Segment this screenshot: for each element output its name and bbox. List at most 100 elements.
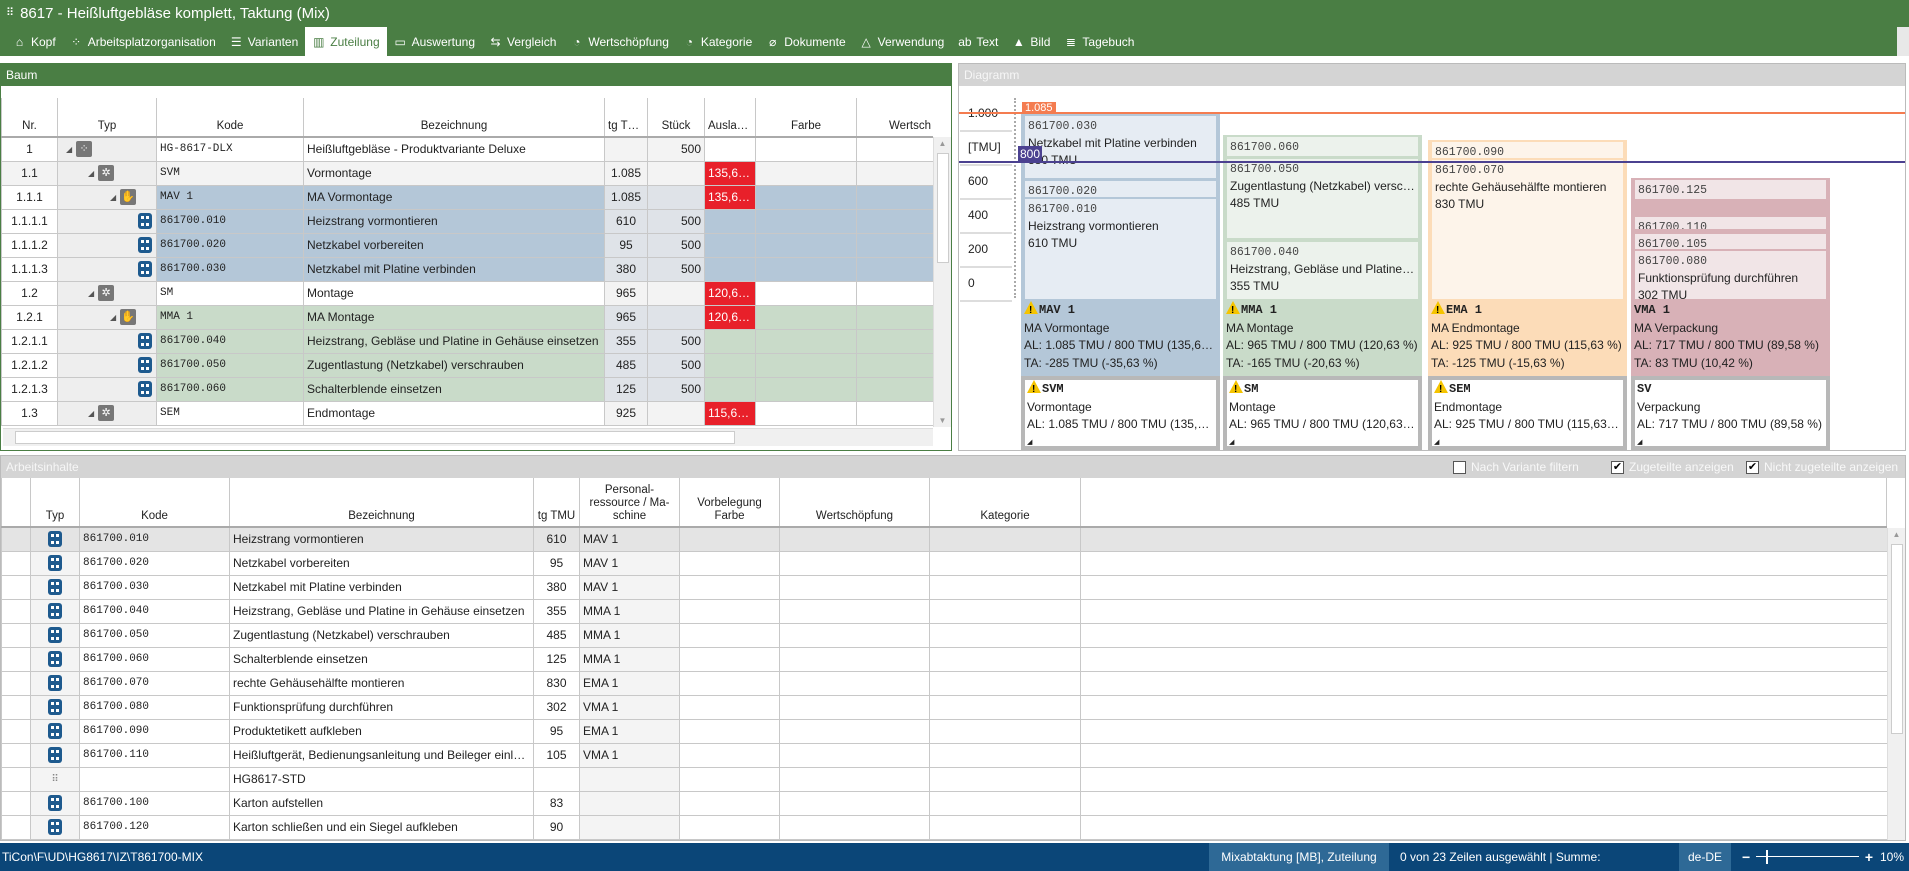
filter-nach-variante-filtern[interactable]: Nach Variante filtern: [1453, 456, 1579, 478]
work-col-header[interactable]: tg TMU: [533, 478, 580, 528]
row-selector[interactable]: [1, 574, 31, 600]
tab-vergleich[interactable]: ⇆ Vergleich: [482, 27, 563, 56]
tree-col-header[interactable]: Farbe: [755, 98, 857, 138]
worker-info[interactable]: MMA 1 MA Montage AL: 965 TMU / 800 TMU (12…: [1223, 299, 1422, 376]
work-content-vertical-scrollbar[interactable]: ▲: [1887, 528, 1905, 840]
expand-toggle-icon[interactable]: ◢: [88, 409, 94, 418]
row-selector[interactable]: [1, 742, 31, 768]
work-col-header[interactable]: Vorbelegung Farbe: [679, 478, 780, 528]
work-col-header[interactable]: Bezeichnung: [229, 478, 534, 528]
task-block[interactable]: 861700.060: [1227, 137, 1418, 156]
work-content-row[interactable]: 861700.080 Funktionsprüfung durchführen 30…: [1, 694, 1887, 720]
expand-toggle-icon[interactable]: ◢: [88, 289, 94, 298]
work-content-row[interactable]: 861700.010 Heizstrang vormontieren 610 MAV …: [1, 526, 1887, 552]
tab-varianten[interactable]: ☰ Varianten: [223, 27, 305, 56]
tree-col-header[interactable]: Wertsch: [856, 98, 933, 138]
work-content-row[interactable]: 861700.020 Netzkabel vorbereiten 95 MAV 1: [1, 550, 1887, 576]
work-content-row[interactable]: 861700.040 Heizstrang, Gebläse und Platin…: [1, 598, 1887, 624]
expand-toggle-icon[interactable]: ◢: [88, 169, 94, 178]
work-content-scroll-thumb[interactable]: [1891, 544, 1903, 734]
tree-row[interactable]: 1.1.1.2 861700.020 Netzkabel vorbereiten 95…: [1, 232, 933, 258]
task-block[interactable]: 861700.070 rechte Gehäusehälfte montieren…: [1432, 160, 1623, 299]
tab-verwendung[interactable]: △ Verwendung: [853, 27, 952, 56]
tree-row[interactable]: 1.2.1.2 861700.050 Zugentlastung (Netzkabe…: [1, 352, 933, 378]
tree-row[interactable]: 1.1.1 ◢ ✋ MAV 1 MA Vormontage 1.085 135,63%: [1, 184, 933, 210]
work-content-row[interactable]: 861700.120 Karton schließen und ein Siege…: [1, 814, 1887, 840]
resize-grip-icon[interactable]: ◢: [1434, 434, 1621, 447]
work-col-header[interactable]: Personal-ressource / Ma-schine: [579, 478, 680, 528]
checkbox[interactable]: ✔: [1746, 460, 1759, 474]
tab-text[interactable]: ab Text: [951, 27, 1005, 56]
work-content-row[interactable]: 861700.110 Heißluftgerät, Bedienungsanlei…: [1, 742, 1887, 768]
work-content-row[interactable]: 861700.060 Schalterblende einsetzen 125 MMA…: [1, 646, 1887, 672]
checkbox[interactable]: ✔: [1611, 460, 1624, 474]
work-col-header[interactable]: Kategorie: [929, 478, 1081, 528]
tree-row[interactable]: 1.1 ◢ ✲ SVM Vormontage 1.085 135,63%: [1, 160, 933, 186]
zoom-out-icon[interactable]: −: [1742, 843, 1750, 871]
row-selector[interactable]: [1, 670, 31, 696]
tree-row[interactable]: 1 ◢ ⁘ HG-8617-DLX Heißluftgebläse - Produktv…: [1, 136, 933, 162]
expand-toggle-icon[interactable]: ◢: [110, 193, 116, 202]
row-selector[interactable]: [1, 622, 31, 648]
station-info[interactable]: SEM Endmontage AL: 925 TMU / 800 TMU (115,…: [1428, 376, 1627, 450]
task-block[interactable]: 861700.030 Netzkabel mit Platine verbinde…: [1025, 116, 1216, 178]
station-info[interactable]: SVM Vormontage AL: 1.085 TMU / 800 TMU (13…: [1021, 376, 1220, 450]
status-locale[interactable]: de-DE: [1679, 843, 1731, 871]
tree-row[interactable]: 1.2.1.1 861700.040 Heizstrang, Gebläse und…: [1, 328, 933, 354]
tab-kopf[interactable]: ⌂ Kopf: [6, 27, 63, 56]
task-block[interactable]: 861700.125: [1635, 180, 1826, 199]
expand-toggle-icon[interactable]: ◢: [110, 313, 116, 322]
task-block[interactable]: 861700.110: [1635, 217, 1826, 229]
work-content-row[interactable]: ⠿ HG8617-STD: [1, 766, 1887, 792]
tree-col-header[interactable]: Kode: [156, 98, 304, 138]
tab-zuteilung[interactable]: ▥ Zuteilung: [305, 27, 387, 56]
row-selector[interactable]: [1, 526, 31, 552]
work-content-row[interactable]: 861700.050 Zugentlastung (Netzkabel) vers…: [1, 622, 1887, 648]
resize-grip-icon[interactable]: ◢: [1637, 434, 1824, 447]
row-selector[interactable]: [1, 814, 31, 840]
row-selector[interactable]: [1, 766, 31, 792]
task-block[interactable]: 861700.010 Heizstrang vormontieren 610 TMU: [1025, 199, 1216, 299]
task-block[interactable]: 861700.080 Funktionsprüfung durchführen 30…: [1635, 251, 1826, 299]
row-selector[interactable]: [1, 790, 31, 816]
tree-col-header[interactable]: Ausla-stung: [704, 98, 756, 138]
task-block[interactable]: 861700.040 Heizstrang, Gebläse und Platin…: [1227, 242, 1418, 299]
tab-dokumente[interactable]: ⌀ Dokumente: [759, 27, 852, 56]
task-block[interactable]: 861700.050 Zugentlastung (Netzkabel) vers…: [1227, 159, 1418, 238]
row-selector[interactable]: [1, 550, 31, 576]
work-col-header[interactable]: Wertschöpfung: [779, 478, 930, 528]
tree-row[interactable]: 1.3 ◢ ✲ SEM Endmontage 925 115,63%: [1, 400, 933, 426]
tree-scroll-thumb[interactable]: [937, 153, 949, 263]
row-selector[interactable]: [1, 598, 31, 624]
tree-col-header[interactable]: Nr.: [1, 98, 58, 138]
checkbox[interactable]: [1453, 460, 1466, 474]
tree-col-header[interactable]: Stück: [647, 98, 705, 138]
panel-toggle-icon[interactable]: [1897, 27, 1909, 56]
tree-row[interactable]: 1.2 ◢ ✲ SM Montage 965 120,63%: [1, 280, 933, 306]
worker-info[interactable]: EMA 1 MA Endmontage AL: 925 TMU / 800 TMU …: [1428, 299, 1627, 376]
zoom-thumb[interactable]: [1766, 850, 1769, 864]
task-block[interactable]: 861700.020: [1025, 181, 1216, 197]
expand-toggle-icon[interactable]: ◢: [66, 145, 72, 154]
tree-row[interactable]: 1.3.1◢✋EMA 1MA Endmontage925 115,63%: [1, 424, 933, 426]
zoom-slider[interactable]: − +: [1740, 843, 1875, 871]
tab-tagebuch[interactable]: ≣ Tagebuch: [1057, 27, 1141, 56]
task-block[interactable]: 861700.105: [1635, 234, 1826, 249]
tree-row[interactable]: 1.2.1 ◢ ✋ MMA 1 MA Montage 965 120,63%: [1, 304, 933, 330]
tree-row[interactable]: 1.1.1.1 861700.010 Heizstrang vormontieren…: [1, 208, 933, 234]
tab-wertschöpfung[interactable]: ◔ Wertschöpfung: [563, 27, 676, 56]
tree-row[interactable]: 1.1.1.3 861700.030 Netzkabel mit Platine v…: [1, 256, 933, 282]
tab-bild[interactable]: ▲ Bild: [1005, 27, 1057, 56]
worker-info[interactable]: VMA 1 MA Verpackung AL: 717 TMU / 800 TMU …: [1631, 299, 1830, 376]
tab-auswertung[interactable]: ▭ Auswertung: [387, 27, 482, 56]
row-selector[interactable]: [1, 718, 31, 744]
resize-grip-icon[interactable]: ◢: [1027, 434, 1214, 447]
station-info[interactable]: SV Verpackung AL: 717 TMU / 800 TMU (89,58…: [1631, 376, 1830, 450]
worker-info[interactable]: MAV 1 MA Vormontage AL: 1.085 TMU / 800 TM…: [1021, 299, 1220, 376]
work-col-header[interactable]: Kode: [79, 478, 230, 528]
work-content-row[interactable]: 861700.070 rechte Gehäusehälfte montieren…: [1, 670, 1887, 696]
filter-zugeteilte-anzeigen[interactable]: ✔ Zugeteilte anzeigen: [1611, 456, 1734, 478]
tree-horizontal-scrollbar[interactable]: [3, 428, 933, 446]
tree-row[interactable]: 1.2.1.3 861700.060 Schalterblende einsetze…: [1, 376, 933, 402]
zoom-in-icon[interactable]: +: [1865, 843, 1873, 871]
